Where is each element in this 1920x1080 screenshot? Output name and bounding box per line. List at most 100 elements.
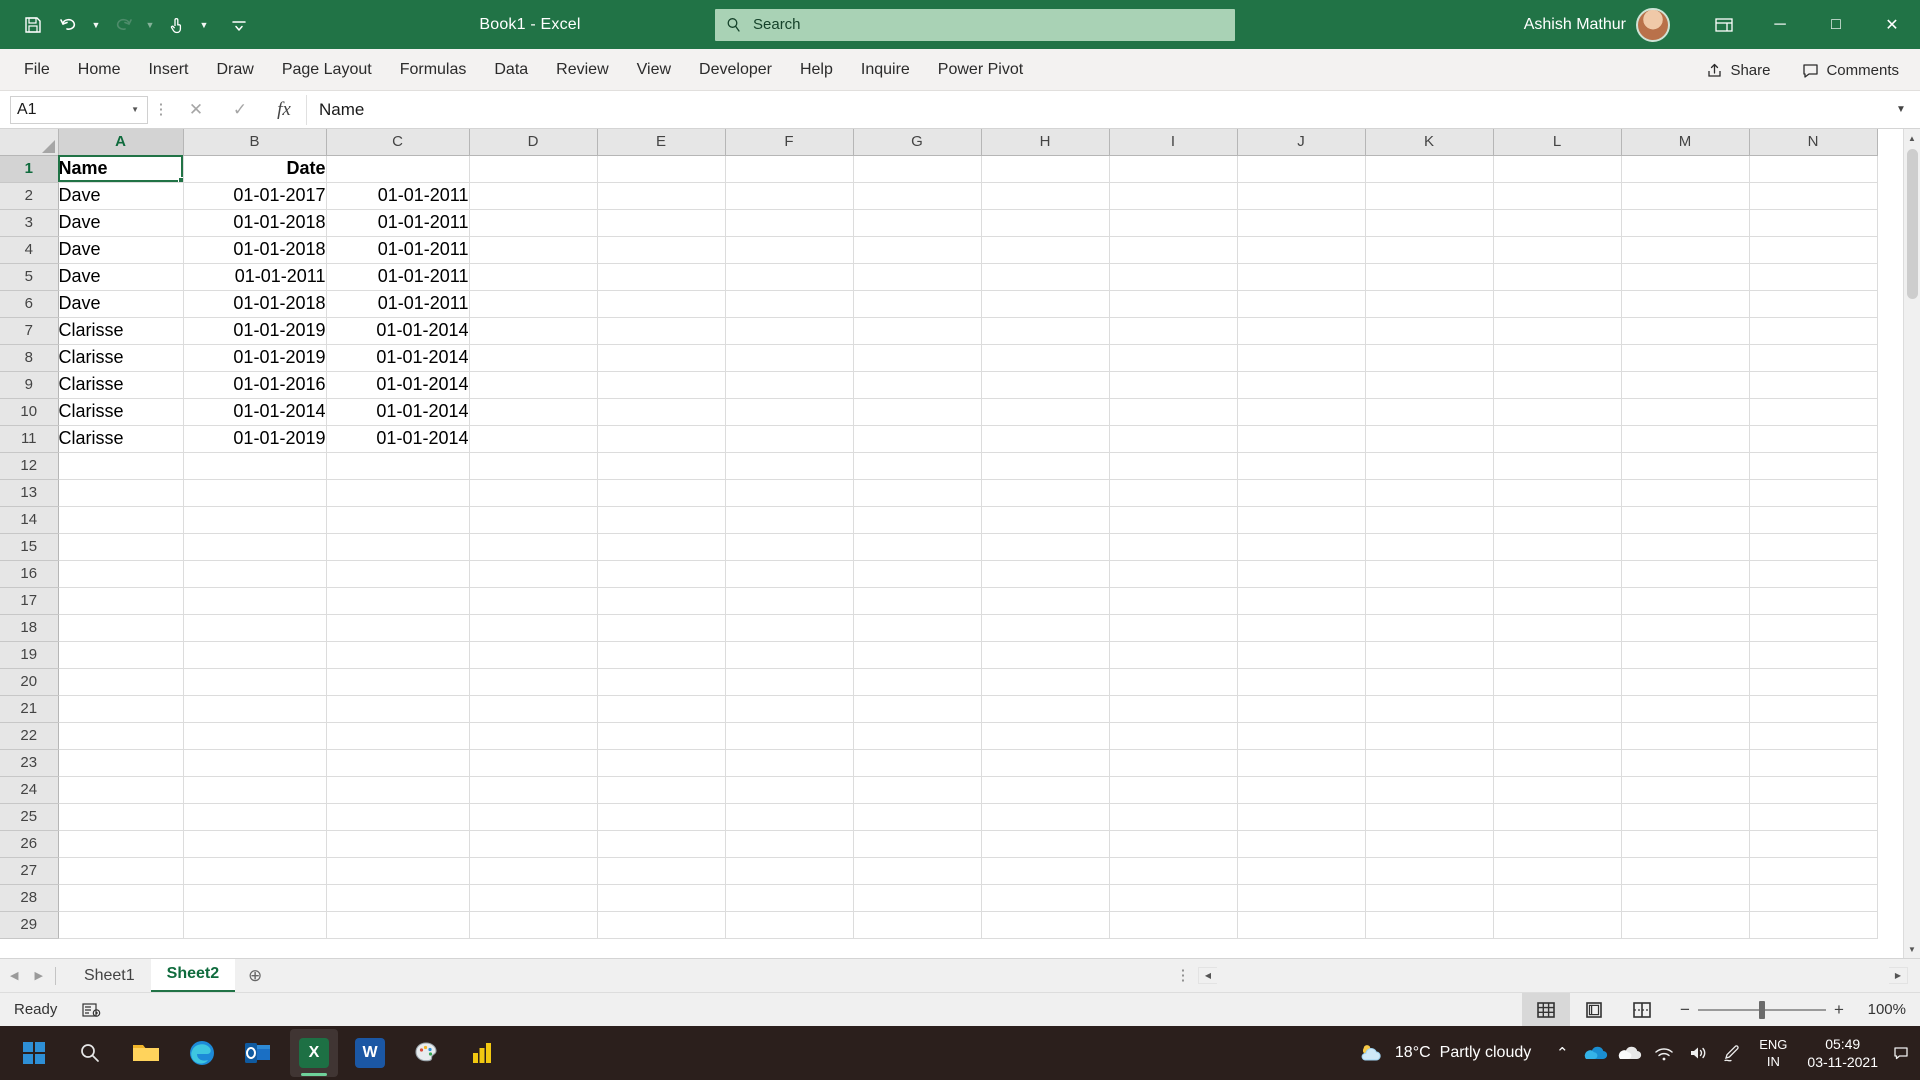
cell-L16[interactable] xyxy=(1493,560,1622,588)
cell-L1[interactable] xyxy=(1493,155,1622,183)
cell-M19[interactable] xyxy=(1621,641,1750,669)
search-icon[interactable] xyxy=(66,1029,114,1077)
ribbon-tab-help[interactable]: Help xyxy=(786,49,847,91)
row-header-9[interactable]: 9 xyxy=(0,371,59,399)
cell-K26[interactable] xyxy=(1365,830,1494,858)
cell-D17[interactable] xyxy=(469,587,598,615)
cell-I2[interactable] xyxy=(1109,182,1238,210)
cell-D4[interactable] xyxy=(469,236,598,264)
cell-G28[interactable] xyxy=(853,884,982,912)
cell-D2[interactable] xyxy=(469,182,598,210)
cell-I21[interactable] xyxy=(1109,695,1238,723)
cell-M11[interactable] xyxy=(1621,425,1750,453)
column-header-M[interactable]: M xyxy=(1621,129,1750,156)
save-icon[interactable] xyxy=(16,8,50,42)
cell-C9[interactable]: 01-01-2014 xyxy=(326,371,470,399)
cell-E26[interactable] xyxy=(597,830,726,858)
cell-C28[interactable] xyxy=(326,884,470,912)
cell-L3[interactable] xyxy=(1493,209,1622,237)
cell-E16[interactable] xyxy=(597,560,726,588)
cell-G8[interactable] xyxy=(853,344,982,372)
cell-G12[interactable] xyxy=(853,452,982,480)
cell-B3[interactable]: 01-01-2018 xyxy=(183,209,327,237)
cell-D25[interactable] xyxy=(469,803,598,831)
cell-C26[interactable] xyxy=(326,830,470,858)
cell-M18[interactable] xyxy=(1621,614,1750,642)
cell-D1[interactable] xyxy=(469,155,598,183)
row-header-5[interactable]: 5 xyxy=(0,263,59,291)
cell-K1[interactable] xyxy=(1365,155,1494,183)
cell-F13[interactable] xyxy=(725,479,854,507)
cell-H6[interactable] xyxy=(981,290,1110,318)
cell-C16[interactable] xyxy=(326,560,470,588)
sheet-tab-sheet1[interactable]: Sheet1 xyxy=(68,959,151,993)
cell-I18[interactable] xyxy=(1109,614,1238,642)
cell-F21[interactable] xyxy=(725,695,854,723)
cell-G21[interactable] xyxy=(853,695,982,723)
cell-K21[interactable] xyxy=(1365,695,1494,723)
cell-A2[interactable]: Dave xyxy=(58,182,184,210)
cell-I3[interactable] xyxy=(1109,209,1238,237)
cell-F20[interactable] xyxy=(725,668,854,696)
scroll-down-arrow-icon[interactable]: ▼ xyxy=(1903,940,1920,958)
customize-qat-icon[interactable] xyxy=(222,8,256,42)
cell-G16[interactable] xyxy=(853,560,982,588)
cell-G11[interactable] xyxy=(853,425,982,453)
cell-K2[interactable] xyxy=(1365,182,1494,210)
cell-L25[interactable] xyxy=(1493,803,1622,831)
cell-H17[interactable] xyxy=(981,587,1110,615)
cell-D18[interactable] xyxy=(469,614,598,642)
cell-N16[interactable] xyxy=(1749,560,1878,588)
cell-N11[interactable] xyxy=(1749,425,1878,453)
cell-C8[interactable]: 01-01-2014 xyxy=(326,344,470,372)
cell-N17[interactable] xyxy=(1749,587,1878,615)
column-header-J[interactable]: J xyxy=(1237,129,1366,156)
cell-M2[interactable] xyxy=(1621,182,1750,210)
cell-H8[interactable] xyxy=(981,344,1110,372)
cell-B5[interactable]: 01-01-2011 xyxy=(183,263,327,291)
cell-H25[interactable] xyxy=(981,803,1110,831)
cell-C1[interactable] xyxy=(326,155,470,183)
cell-K11[interactable] xyxy=(1365,425,1494,453)
cell-J2[interactable] xyxy=(1237,182,1366,210)
cell-J28[interactable] xyxy=(1237,884,1366,912)
cell-C10[interactable]: 01-01-2014 xyxy=(326,398,470,426)
cell-N5[interactable] xyxy=(1749,263,1878,291)
ribbon-tab-formulas[interactable]: Formulas xyxy=(386,49,481,91)
enter-icon[interactable]: ✓ xyxy=(218,95,262,125)
page-break-preview-icon[interactable] xyxy=(1618,993,1666,1027)
cell-D28[interactable] xyxy=(469,884,598,912)
cell-K7[interactable] xyxy=(1365,317,1494,345)
cell-H21[interactable] xyxy=(981,695,1110,723)
cell-C15[interactable] xyxy=(326,533,470,561)
row-header-27[interactable]: 27 xyxy=(0,857,59,885)
microsoft-edge-icon[interactable] xyxy=(178,1029,226,1077)
cell-J25[interactable] xyxy=(1237,803,1366,831)
cell-A27[interactable] xyxy=(58,857,184,885)
cell-I24[interactable] xyxy=(1109,776,1238,804)
cell-A5[interactable]: Dave xyxy=(58,263,184,291)
cell-F29[interactable] xyxy=(725,911,854,939)
horizontal-scrollbar[interactable]: ◀ ▶ xyxy=(1198,967,1908,984)
row-header-18[interactable]: 18 xyxy=(0,614,59,642)
cell-C5[interactable]: 01-01-2011 xyxy=(326,263,470,291)
cell-N29[interactable] xyxy=(1749,911,1878,939)
vertical-scrollbar[interactable]: ▲ ▼ xyxy=(1903,129,1920,958)
cell-L29[interactable] xyxy=(1493,911,1622,939)
cell-K9[interactable] xyxy=(1365,371,1494,399)
cell-C2[interactable]: 01-01-2011 xyxy=(326,182,470,210)
cell-M4[interactable] xyxy=(1621,236,1750,264)
cell-H3[interactable] xyxy=(981,209,1110,237)
cell-L11[interactable] xyxy=(1493,425,1622,453)
cell-I9[interactable] xyxy=(1109,371,1238,399)
cell-C23[interactable] xyxy=(326,749,470,777)
cell-B10[interactable]: 01-01-2014 xyxy=(183,398,327,426)
cell-D21[interactable] xyxy=(469,695,598,723)
cell-L7[interactable] xyxy=(1493,317,1622,345)
cell-F11[interactable] xyxy=(725,425,854,453)
ribbon-tab-data[interactable]: Data xyxy=(480,49,542,91)
cell-H29[interactable] xyxy=(981,911,1110,939)
normal-view-icon[interactable] xyxy=(1522,992,1570,1027)
cell-N25[interactable] xyxy=(1749,803,1878,831)
ribbon-tab-power-pivot[interactable]: Power Pivot xyxy=(924,49,1037,91)
